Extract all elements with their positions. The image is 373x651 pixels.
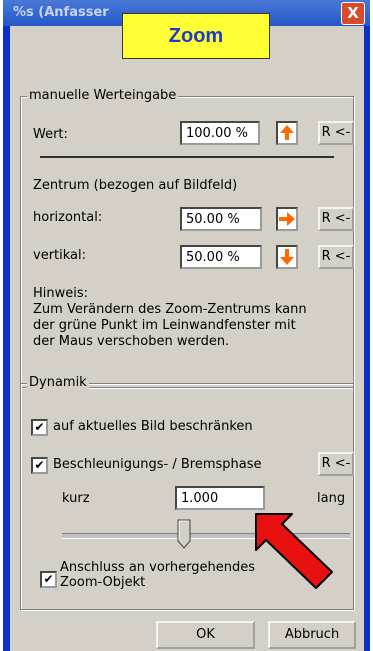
phase-slider-thumb[interactable] (177, 519, 191, 549)
connect-previous-zoom-label: Anschluss an vorhergehendes Zoom-Objekt (60, 560, 255, 590)
horizontal-reset-button[interactable]: R <- (318, 207, 354, 231)
vertikal-label: vertikal: (33, 248, 87, 263)
hinweis-text: Hinweis: Zum Verändern des Zoom-Zentrums… (33, 286, 307, 350)
acceleration-phase-label: Beschleunigungs- / Bremsphase (53, 457, 262, 472)
hinweis-title: Hinweis: (33, 286, 89, 301)
wert-input[interactable]: 100.00 % (180, 121, 260, 145)
kurz-label: kurz (62, 491, 90, 506)
restrict-current-image-label: auf aktuelles Bild beschränken (53, 419, 253, 434)
acceleration-phase-checkbox[interactable]: ✔ (31, 457, 48, 474)
horizontal-input[interactable]: 50.00 % (180, 207, 262, 231)
separator-line (40, 156, 334, 158)
window-title: %s (Anfasser (13, 5, 109, 20)
ok-button[interactable]: OK (156, 621, 255, 649)
hinweis-line: der Maus verschoben werden. (33, 334, 230, 349)
connect-previous-zoom-checkbox[interactable]: ✔ (40, 571, 57, 588)
arrow-right-icon (279, 212, 295, 226)
zoom-highlight-label: Zoom (122, 13, 270, 59)
close-button[interactable]: X (341, 2, 365, 25)
zentrum-title: Zentrum (bezogen auf Bildfeld) (33, 178, 238, 193)
manual-group-legend: manuelle Werteingabe (27, 88, 179, 103)
wert-reset-button[interactable]: R <- (318, 121, 354, 145)
arrow-up-icon (280, 125, 294, 140)
dialog-window: %s (Anfasser X manuelle Werteingabe Wert… (3, 0, 370, 651)
vertikal-input[interactable]: 50.00 % (180, 245, 262, 269)
arrow-down-icon (280, 249, 294, 265)
hinweis-line: Zum Verändern des Zoom-Zentrums kann (33, 302, 307, 317)
hinweis-line: der grüne Punkt im Leinwandfenster mit (33, 318, 296, 333)
annotation-arrow-icon (255, 513, 333, 589)
vertikal-direction-button[interactable] (276, 245, 298, 269)
horizontal-label: horizontal: (33, 210, 103, 225)
zoom-direction-button[interactable] (276, 121, 298, 145)
dialog-client: manuelle Werteingabe Wert: 100.00 % R <-… (10, 26, 364, 651)
dynamik-group-legend: Dynamik (27, 375, 89, 390)
abbruch-button[interactable]: Abbruch (268, 621, 356, 649)
wert-label: Wert: (33, 127, 68, 142)
connect-label-line: Zoom-Objekt (60, 575, 146, 590)
vertikal-reset-button[interactable]: R <- (318, 245, 354, 269)
restrict-current-image-checkbox[interactable]: ✔ (31, 419, 48, 436)
horizontal-direction-button[interactable] (276, 207, 298, 231)
connect-label-line: Anschluss an vorhergehendes (60, 560, 256, 575)
dynamik-reset-button[interactable]: R <- (318, 452, 354, 476)
